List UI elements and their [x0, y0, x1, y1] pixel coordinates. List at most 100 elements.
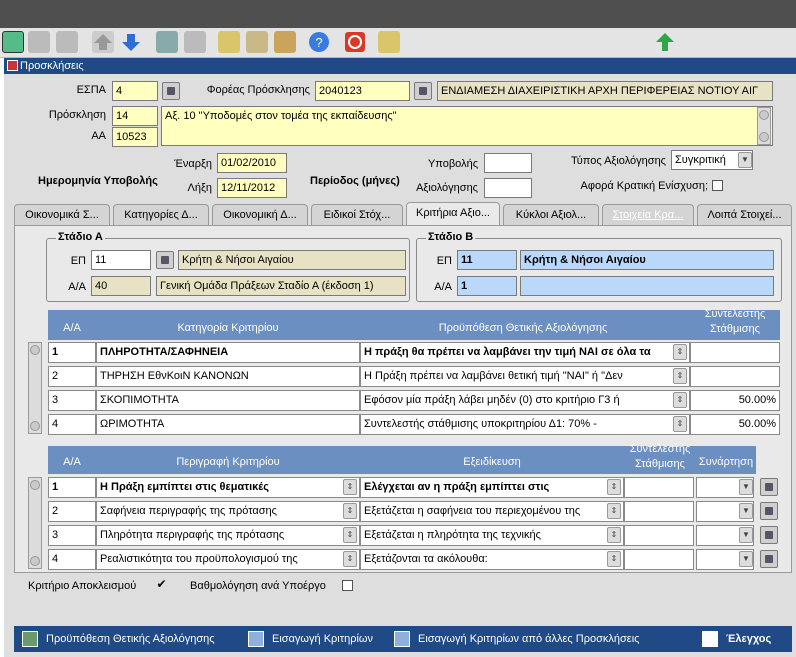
down-arrow-icon[interactable] [120, 31, 142, 53]
t2-row-function-dropdown-icon[interactable]: ▼ [739, 479, 753, 495]
t1-row-condition-scroll-icon[interactable]: ⇕ [673, 392, 687, 408]
submit-months-field[interactable] [484, 153, 532, 173]
stage-b-aa-field[interactable]: 1 [457, 276, 517, 296]
t2-row-weight[interactable] [624, 501, 694, 522]
t2-row-function-dropdown-icon[interactable]: ▼ [739, 551, 753, 567]
subgroup-checkbox[interactable] [342, 580, 353, 591]
attach-icon[interactable] [378, 31, 400, 53]
start-date-field[interactable]: 01/02/2010 [217, 153, 287, 173]
t2-row-function-dropdown-icon[interactable]: ▼ [739, 503, 753, 519]
t2-row-spec[interactable]: Ελέγχεται αν η πράξη εμπίπτει στις [360, 477, 624, 498]
t1-row-condition-scroll-icon[interactable]: ⇕ [673, 344, 687, 360]
t1-row-condition-scroll-icon[interactable]: ⇕ [673, 368, 687, 384]
t2-row-description[interactable]: Ρεαλιστικότητα του προϋπολογισμού της [96, 549, 360, 570]
help-icon[interactable]: ? [308, 31, 330, 53]
espa-field[interactable]: 4 [112, 81, 158, 101]
aa-field[interactable]: 10523 [112, 127, 158, 147]
t1-row-condition-scroll-icon[interactable]: ⇕ [673, 416, 687, 432]
t2-row-spec-scroll-icon[interactable]: ⇕ [607, 503, 621, 519]
t2-row-aa[interactable]: 3 [48, 525, 96, 546]
t1-row-condition[interactable]: Εφόσον μία πράξη λάβει μηδέν (0) στο κρι… [360, 390, 690, 411]
print-icon[interactable] [156, 31, 178, 53]
tab-categories[interactable]: Κατηγορίες Δ... [113, 204, 209, 226]
t2-row-spec-scroll-icon[interactable]: ⇕ [607, 551, 621, 567]
t1-row-condition[interactable]: Η πράξη θα πρέπει να λαμβάνει την τιμή Ν… [360, 342, 690, 363]
grid-icon[interactable] [28, 31, 50, 53]
prosklisi-scrollbar[interactable] [757, 107, 771, 145]
grid2-icon[interactable] [56, 31, 78, 53]
check-icon[interactable] [702, 631, 718, 647]
stop-icon[interactable] [344, 31, 366, 53]
t2-row-spec[interactable]: Εξετάζεται η πληρότητα της τεχνικής [360, 525, 624, 546]
edit-icon[interactable] [218, 31, 240, 53]
eval-months-field[interactable] [484, 178, 532, 198]
t1-row-weight[interactable] [690, 366, 780, 387]
t1-row-category[interactable]: ΠΛΗΡΟΤΗΤΑ/ΣΑΦΗΝΕΙΑ [96, 342, 360, 363]
t2-row-spec-scroll-icon[interactable]: ⇕ [607, 527, 621, 543]
tab-special-goals[interactable]: Ειδικοί Στόχ... [311, 204, 403, 226]
espa-lov-icon[interactable] [162, 82, 180, 100]
t1-row-category[interactable]: ΩΡΙΜΟΤΗΤΑ [96, 414, 360, 435]
eval-type-dropdown-icon[interactable]: ▼ [738, 152, 752, 168]
tab-evaluation-cycles[interactable]: Κύκλοι Αξιολ... [503, 204, 599, 226]
t2-row-edit-icon[interactable] [760, 550, 778, 568]
prosklisi-field[interactable]: 14 [112, 106, 158, 126]
t1-row-weight[interactable]: 50.00% [690, 390, 780, 411]
t2-row-description-scroll-icon[interactable]: ⇕ [343, 527, 357, 543]
t2-row-spec-scroll-icon[interactable]: ⇕ [607, 479, 621, 495]
prosklisi-text-field[interactable]: Αξ. 10 "Υποδομές στον τομέα της εκπαίδευ… [161, 106, 773, 146]
insert-other-criteria-button[interactable]: Εισαγωγή Κριτηρίων από άλλες Προσκλήσεις [418, 626, 639, 652]
t1-row-category[interactable]: ΤΗΡΗΣΗ ΕθνΚοιΝ ΚΑΝΟΝΩΝ [96, 366, 360, 387]
t1-scrollbar[interactable] [28, 342, 42, 434]
t2-row-description-scroll-icon[interactable]: ⇕ [343, 551, 357, 567]
stage-b-ep-field[interactable]: 11 [457, 250, 517, 270]
up-arrow-icon[interactable] [92, 31, 114, 53]
print-preview-icon[interactable] [184, 31, 206, 53]
tab-other-data[interactable]: Λοιπά Στοιχεί... [697, 204, 792, 226]
t2-row-weight[interactable] [624, 477, 694, 498]
t1-row-aa[interactable]: 3 [48, 390, 96, 411]
end-date-field[interactable]: 12/11/2012 [217, 178, 287, 198]
insert-criteria-button[interactable]: Εισαγωγή Κριτηρίων [272, 626, 373, 652]
foreas-lov-icon[interactable] [414, 82, 432, 100]
t2-row-edit-icon[interactable] [760, 478, 778, 496]
t2-row-aa[interactable]: 4 [48, 549, 96, 570]
check-button[interactable]: Έλεγχος [726, 626, 771, 652]
t1-row-weight[interactable]: 50.00% [690, 414, 780, 435]
t2-row-description[interactable]: Σαφήνεια περιγραφής της πρότασης [96, 501, 360, 522]
t2-row-weight[interactable] [624, 525, 694, 546]
foreas-code-field[interactable]: 2040123 [315, 81, 410, 101]
tab-evaluation-criteria[interactable]: Κριτήρια Αξιο... [406, 202, 500, 226]
t1-row-aa[interactable]: 4 [48, 414, 96, 435]
t2-scrollbar[interactable] [28, 477, 42, 569]
t2-row-description-scroll-icon[interactable]: ⇕ [343, 503, 357, 519]
t2-row-aa[interactable]: 1 [48, 477, 96, 498]
t1-row-weight[interactable] [690, 342, 780, 363]
t1-row-condition[interactable]: Συντελεστής στάθμισης υποκριτηρίου Δ1: 7… [360, 414, 690, 435]
insert-other-criteria-icon[interactable] [394, 631, 410, 647]
t2-row-spec[interactable]: Εξετάζεται η σαφήνεια του περιεχομένου τ… [360, 501, 624, 522]
t2-row-description-scroll-icon[interactable]: ⇕ [343, 479, 357, 495]
navigate-icon[interactable] [654, 31, 676, 53]
t1-row-category[interactable]: ΣΚΟΠΙΜΟΤΗΤΑ [96, 390, 360, 411]
t2-row-edit-icon[interactable] [760, 526, 778, 544]
t2-row-edit-icon[interactable] [760, 502, 778, 520]
tab-financial-structure[interactable]: Οικονομική Δ... [212, 204, 308, 226]
t1-row-aa[interactable]: 2 [48, 366, 96, 387]
t2-row-description[interactable]: Πληρότητα περιγραφής της πρότασης [96, 525, 360, 546]
state-aid-checkbox[interactable] [712, 180, 723, 191]
tab-financial-data[interactable]: Οικονομικά Σ... [14, 204, 110, 226]
t2-row-weight[interactable] [624, 549, 694, 570]
paste-icon[interactable] [274, 31, 296, 53]
positive-condition-button[interactable]: Προϋπόθεση Θετικής Αξιολόγησης [46, 626, 215, 652]
stage-a-lov-icon[interactable] [156, 251, 174, 269]
t2-row-description[interactable]: Η Πράξη εμπίπτει στις θεματικές [96, 477, 360, 498]
positive-condition-icon[interactable] [22, 631, 38, 647]
exclusion-checkbox[interactable]: ✔ [156, 578, 167, 591]
t1-row-condition[interactable]: Η Πράξη πρέπει να λαμβάνει θετική τιμή "… [360, 366, 690, 387]
t1-row-aa[interactable]: 1 [48, 342, 96, 363]
insert-criteria-icon[interactable] [248, 631, 264, 647]
t2-row-aa[interactable]: 2 [48, 501, 96, 522]
copy-icon[interactable] [246, 31, 268, 53]
stage-a-ep-field[interactable]: 11 [91, 250, 151, 270]
